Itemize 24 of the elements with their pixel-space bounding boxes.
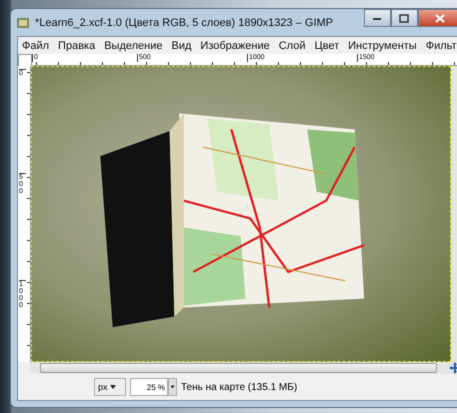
minimize-icon bbox=[372, 15, 382, 21]
close-icon bbox=[434, 14, 445, 22]
status-text: Тень на карте (135.1 МБ) bbox=[181, 382, 298, 392]
menu-item[interactable]: Выделение bbox=[104, 40, 163, 52]
dropdown-icon[interactable] bbox=[168, 378, 177, 396]
window-title: *Learn6_2.xcf-1.0 (Цвета RGB, 5 слоев) 1890x1323 – GIMP bbox=[35, 16, 334, 28]
app-icon bbox=[17, 16, 29, 28]
zoom-field[interactable]: 25 % bbox=[130, 378, 168, 396]
menu-item[interactable]: Цвет bbox=[314, 40, 340, 52]
maximize-button[interactable] bbox=[390, 9, 418, 27]
navigate-icon[interactable] bbox=[448, 362, 457, 374]
scrollbar-thumb[interactable] bbox=[40, 363, 437, 373]
caret-icon bbox=[110, 385, 116, 389]
menu-item[interactable]: Правка bbox=[58, 40, 96, 52]
menu-item[interactable]: Вид bbox=[172, 40, 192, 52]
unit-dropdown[interactable]: px bbox=[94, 378, 126, 396]
menu-item[interactable]: Файл bbox=[22, 40, 50, 52]
minimize-button[interactable] bbox=[364, 9, 391, 27]
maximize-icon bbox=[399, 14, 410, 22]
close-button[interactable] bbox=[418, 9, 457, 27]
menu-item[interactable]: Фильт bbox=[426, 40, 457, 52]
menu-item[interactable]: Инструменты bbox=[348, 40, 417, 52]
menu-item[interactable]: Изображение bbox=[200, 40, 270, 52]
menu-item[interactable]: Слой bbox=[278, 40, 306, 52]
